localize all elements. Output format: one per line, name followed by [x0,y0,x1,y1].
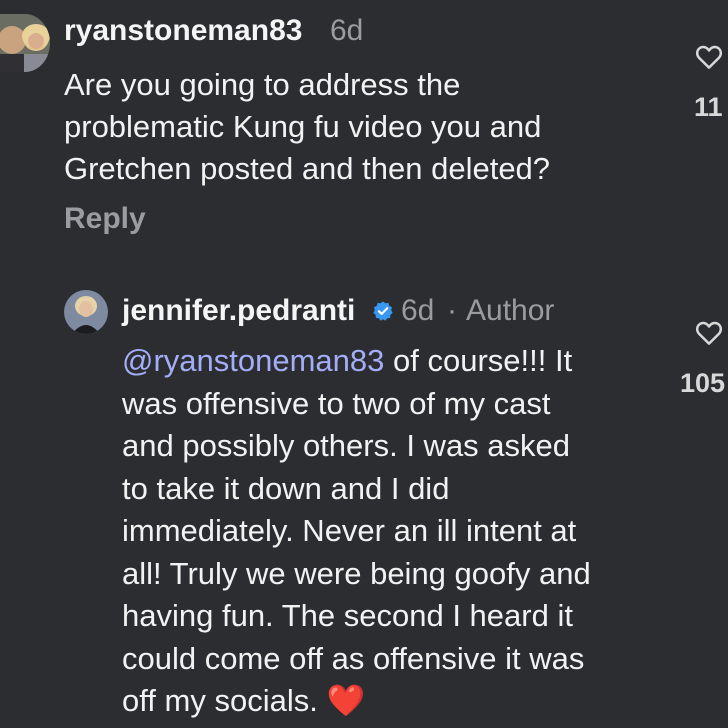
comment-username[interactable]: ryanstoneman83 [64,14,302,48]
meta-separator: · [447,294,457,327]
comment-username[interactable]: jennifer.pedranti [122,294,355,328]
heart-outline-icon [695,321,723,345]
like-count: 11 [694,92,723,122]
comment-text: @ryanstoneman83 of course!!! It was offe… [122,340,682,723]
like-button[interactable] [694,318,724,348]
reply-button[interactable]: Reply [64,202,146,236]
mention-link[interactable]: @ryanstoneman83 [122,343,384,378]
author-label: Author [466,294,555,327]
comment-timestamp: 6d [401,294,435,327]
comment-timestamp: 6d [330,14,364,47]
avatar[interactable] [64,290,108,334]
heart-emoji: ❤️ [326,683,366,718]
comment-text-body: of course!!! It was offensive to two of … [122,343,591,718]
like-count: 105 [680,368,726,398]
avatar[interactable] [0,14,50,72]
heart-outline-icon [695,45,723,69]
verified-badge-icon [372,300,394,322]
like-button[interactable] [694,42,724,72]
comment-text: Are you going to address the problematic… [64,67,551,186]
